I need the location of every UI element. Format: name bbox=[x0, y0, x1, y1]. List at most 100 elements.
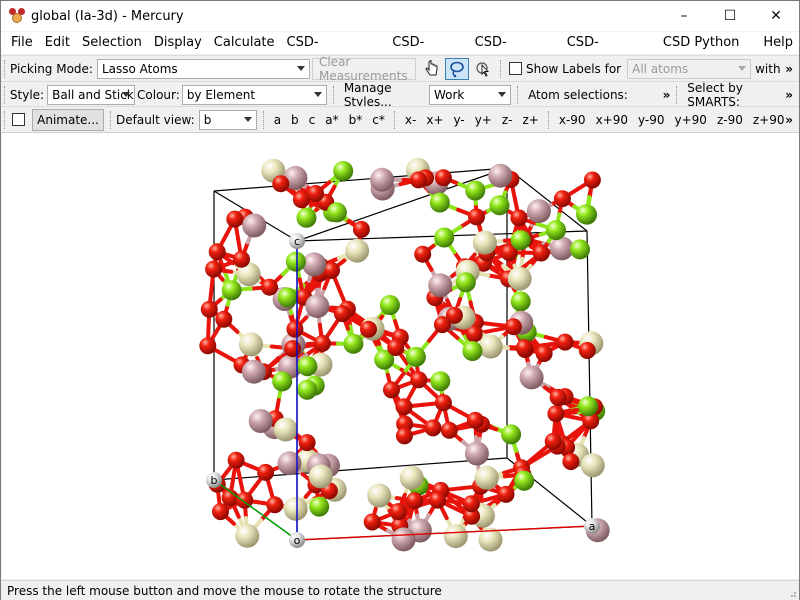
rotate-x-minus-90-button[interactable]: x-90 bbox=[554, 113, 591, 127]
menu-help[interactable]: Help bbox=[757, 32, 799, 54]
view-b-star-button[interactable]: b* bbox=[344, 113, 368, 127]
rotate-y-plus-90-button[interactable]: y+90 bbox=[670, 113, 712, 127]
oxygen-atom[interactable] bbox=[387, 339, 405, 356]
pink-atom[interactable] bbox=[241, 359, 266, 384]
oxygen-atom[interactable] bbox=[410, 371, 428, 389]
rotate-z-minus-90-button[interactable]: z-90 bbox=[712, 113, 748, 127]
resize-grip-icon[interactable] bbox=[787, 588, 797, 598]
lasso-icon[interactable] bbox=[444, 57, 469, 80]
green-atom[interactable] bbox=[333, 161, 354, 181]
view-toolbar-more-button[interactable]: » bbox=[785, 113, 793, 127]
menu-csd-community[interactable]: CSD-Community bbox=[281, 32, 387, 72]
clear-measurements-button[interactable]: Clear Measurements bbox=[311, 55, 416, 83]
green-atom[interactable] bbox=[221, 280, 242, 301]
oxygen-atom[interactable] bbox=[272, 175, 290, 193]
oxygen-atom[interactable] bbox=[227, 451, 245, 469]
toolbar-grip[interactable] bbox=[393, 110, 397, 129]
green-atom[interactable] bbox=[570, 239, 590, 260]
smarts-more-button[interactable]: » bbox=[785, 88, 793, 102]
pink-atom[interactable] bbox=[277, 451, 302, 476]
pink-atom[interactable] bbox=[305, 294, 330, 319]
show-labels-checkbox[interactable] bbox=[508, 62, 522, 75]
default-view-combo[interactable]: b bbox=[198, 109, 257, 130]
pink-atom[interactable] bbox=[370, 167, 394, 192]
green-atom[interactable] bbox=[309, 496, 330, 517]
animate-button[interactable]: Animate... bbox=[32, 108, 104, 131]
oxygen-atom[interactable] bbox=[424, 419, 442, 437]
oxygen-atom[interactable] bbox=[360, 320, 377, 338]
green-atom[interactable] bbox=[277, 287, 298, 308]
oxygen-atom[interactable] bbox=[504, 318, 522, 336]
oxygen-atom[interactable] bbox=[298, 434, 316, 452]
toolbar-grip[interactable] bbox=[332, 85, 336, 104]
work-style-combo[interactable]: Work bbox=[428, 84, 512, 105]
manage-styles-button[interactable]: Manage Styles... bbox=[339, 81, 427, 109]
oxygen-atom[interactable] bbox=[208, 243, 226, 261]
pink-atom[interactable] bbox=[242, 213, 267, 238]
rotate-y-minus-90-button[interactable]: y-90 bbox=[633, 113, 670, 127]
cursor-select-icon[interactable] bbox=[471, 58, 495, 80]
pale-yellow-atom[interactable] bbox=[235, 523, 260, 548]
oxygen-atom[interactable] bbox=[410, 171, 427, 189]
oxygen-atom[interactable] bbox=[429, 491, 447, 509]
pale-yellow-atom[interactable] bbox=[472, 230, 497, 255]
oxygen-atom[interactable] bbox=[383, 381, 400, 399]
oxygen-atom[interactable] bbox=[583, 171, 601, 189]
oxygen-atom[interactable] bbox=[352, 220, 370, 238]
oxygen-atom[interactable] bbox=[434, 169, 452, 187]
oxygen-atom[interactable] bbox=[553, 190, 571, 208]
pale-yellow-atom[interactable] bbox=[345, 238, 370, 263]
menu-file[interactable]: File bbox=[5, 32, 39, 54]
oxygen-atom[interactable] bbox=[313, 334, 331, 352]
oxygen-atom[interactable] bbox=[199, 337, 217, 355]
oxygen-atom[interactable] bbox=[200, 300, 218, 318]
oxygen-atom[interactable] bbox=[497, 485, 515, 503]
oxygen-atom[interactable] bbox=[284, 340, 302, 358]
oxygen-atom[interactable] bbox=[212, 503, 229, 521]
pale-yellow-atom[interactable] bbox=[273, 417, 298, 442]
style-combo[interactable]: Ball and Stick bbox=[47, 84, 136, 105]
structure-viewer[interactable]: c b o a bbox=[2, 132, 799, 579]
menu-selection[interactable]: Selection bbox=[76, 32, 148, 54]
toolbar-grip[interactable] bbox=[4, 110, 7, 129]
pink-atom[interactable] bbox=[488, 163, 513, 188]
pink-atom[interactable] bbox=[464, 441, 489, 466]
labels-combo[interactable]: All atoms bbox=[627, 58, 752, 79]
oxygen-atom[interactable] bbox=[307, 185, 325, 202]
view-a-star-button[interactable]: a* bbox=[320, 113, 343, 127]
green-atom[interactable] bbox=[297, 379, 318, 400]
green-atom[interactable] bbox=[430, 371, 451, 392]
minimize-button[interactable]: – bbox=[661, 1, 707, 31]
green-atom[interactable] bbox=[510, 291, 531, 312]
pale-yellow-atom[interactable] bbox=[507, 266, 532, 291]
animate-checkbox[interactable] bbox=[12, 113, 25, 126]
oxygen-atom[interactable] bbox=[205, 260, 223, 278]
maximize-button[interactable]: ☐ bbox=[707, 1, 753, 31]
oxygen-atom[interactable] bbox=[389, 503, 407, 521]
pale-yellow-atom[interactable] bbox=[443, 524, 468, 549]
toolbar-grip[interactable] bbox=[4, 85, 7, 104]
oxygen-atom[interactable] bbox=[440, 421, 458, 439]
oxygen-atom[interactable] bbox=[233, 250, 250, 268]
toolbar-grip[interactable] bbox=[499, 59, 503, 78]
oxygen-atom[interactable] bbox=[333, 305, 351, 323]
oxygen-atom[interactable] bbox=[535, 345, 553, 362]
green-atom[interactable] bbox=[455, 272, 476, 293]
oxygen-atom[interactable] bbox=[547, 405, 565, 423]
green-atom[interactable] bbox=[272, 371, 293, 392]
oxygen-atom[interactable] bbox=[215, 310, 233, 328]
toolbar-grip[interactable] bbox=[110, 110, 113, 129]
oxygen-atom[interactable] bbox=[266, 496, 284, 514]
toolbar-grip[interactable] bbox=[517, 85, 520, 104]
pale-yellow-atom[interactable] bbox=[283, 496, 308, 521]
rotate-y-plus-button[interactable]: y+ bbox=[470, 113, 497, 127]
green-atom[interactable] bbox=[514, 470, 535, 491]
oxygen-atom[interactable] bbox=[406, 492, 424, 510]
green-atom[interactable] bbox=[429, 192, 450, 213]
oxygen-atom[interactable] bbox=[363, 513, 381, 531]
oxygen-atom[interactable] bbox=[532, 244, 550, 262]
oxygen-atom[interactable] bbox=[462, 495, 480, 513]
rotate-z-plus-90-button[interactable]: z+90 bbox=[748, 113, 790, 127]
menu-calculate[interactable]: Calculate bbox=[208, 32, 281, 54]
green-atom[interactable] bbox=[576, 204, 596, 225]
